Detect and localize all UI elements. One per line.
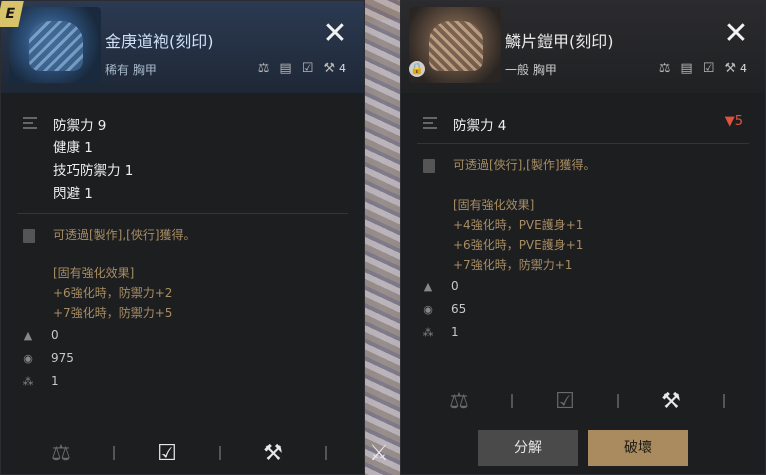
scale-icon: ⚖ — [658, 61, 671, 76]
stat-line: 技巧防禦力 1 — [53, 163, 134, 179]
meta-row: ▲ 0 — [21, 328, 59, 342]
dismantle-button[interactable]: 分解 — [478, 430, 578, 466]
close-icon: ✕ — [322, 16, 348, 51]
stats-icon — [423, 117, 437, 129]
tier-icon: ⁂ — [422, 326, 434, 339]
close-icon: ✕ — [723, 16, 749, 51]
stats-icon — [23, 117, 37, 129]
header-icons: ⚖ ▤ ☑ ⚒ 4 — [659, 61, 747, 76]
document-icon — [423, 159, 435, 173]
enhance-line: +6強化時，PVE護身+1 — [453, 238, 584, 252]
hammer-icon[interactable]: ⚔ — [365, 439, 393, 467]
anvil-icon: ⚒ — [724, 61, 736, 76]
triangle-icon: ▲ — [423, 280, 433, 293]
stat-line: 閃避 1 — [53, 186, 93, 202]
defense-diff: ▼5 — [724, 114, 743, 129]
scale-icon: ⚖ — [257, 61, 270, 76]
equip-count: 4 — [339, 62, 346, 75]
divider — [417, 143, 749, 144]
card-icon: ▤ — [279, 61, 292, 76]
meta-row: ◉ 65 — [421, 302, 466, 316]
destroy-button[interactable]: 破壞 — [588, 430, 688, 466]
close-button[interactable]: ✕ — [320, 19, 350, 49]
item-thumbnail — [9, 7, 101, 83]
meta-row: ▲ 0 — [421, 279, 459, 293]
scale-icon[interactable]: ⚖ — [445, 387, 473, 415]
source-text: 可透過[俠行],[製作]獲得。 — [453, 158, 596, 172]
item-name: 金庚道袍(刻印) — [105, 32, 214, 51]
meta-value: 1 — [451, 325, 459, 339]
armor-image — [29, 21, 83, 71]
separator — [325, 446, 327, 460]
meta-value: 975 — [51, 351, 74, 365]
divider — [17, 213, 348, 214]
triangle-icon: ▲ — [23, 329, 33, 342]
separator — [617, 394, 619, 408]
tooltip-header: 🔒 鱗片鎧甲(刻印) 一般 胸甲 ✕ ⚖ ▤ ☑ ⚒ 4 — [401, 1, 765, 93]
weight-icon: ◉ — [23, 352, 33, 365]
card-icon: ▤ — [680, 61, 693, 76]
separator — [723, 394, 725, 408]
close-button[interactable]: ✕ — [721, 19, 751, 49]
enhance-title: [固有強化效果] — [53, 266, 135, 280]
meta-value: 0 — [51, 328, 59, 342]
meta-row: ◉ 975 — [21, 351, 74, 365]
stat-line: 防禦力 4 — [453, 118, 507, 134]
enhance-line: +4強化時，PVE護身+1 — [453, 218, 584, 232]
source-text: 可透過[製作],[俠行]獲得。 — [53, 228, 196, 242]
enhance-line: +7強化時，防禦力+1 — [453, 258, 573, 272]
stat-line: 健康 1 — [53, 140, 93, 156]
weight-icon: ◉ — [423, 303, 433, 316]
meta-row: ⁂ 1 — [421, 325, 459, 339]
header-icons: ⚖ ▤ ☑ ⚒ 4 — [258, 61, 346, 76]
armor-image — [429, 21, 483, 71]
equip-count: 4 — [740, 62, 747, 75]
meta-value: 0 — [451, 279, 459, 293]
check-icon: ☑ — [702, 61, 715, 76]
item-tooltip-right: 🔒 鱗片鎧甲(刻印) 一般 胸甲 ✕ ⚖ ▤ ☑ ⚒ 4 防禦力 4 ▼5 可透… — [400, 0, 766, 475]
item-type: 稀有 胸甲 — [105, 63, 157, 77]
item-name: 鱗片鎧甲(刻印) — [505, 32, 614, 51]
enhance-line: +6強化時，防禦力+2 — [53, 286, 173, 300]
meta-row: ⁂ 1 — [21, 374, 59, 388]
enhance-title: [固有強化效果] — [453, 198, 535, 212]
item-tooltip-left: E 金庚道袍(刻印) 稀有 胸甲 ✕ ⚖ ▤ ☑ ⚒ 4 防禦力 9 健康 1 … — [0, 0, 389, 475]
meta-value: 1 — [51, 374, 59, 388]
document-icon — [23, 229, 35, 243]
lock-icon: 🔒 — [409, 61, 425, 77]
action-bar: ⚖ ☑ ⚒ ⚔ — [47, 439, 393, 467]
enhance-line: +7強化時，防禦力+5 — [53, 306, 173, 320]
meta-value: 65 — [451, 302, 467, 316]
action-bar: ⚖ ☑ ⚒ ⚔ — [445, 387, 766, 415]
anvil-icon: ⚒ — [323, 61, 335, 76]
card-check-icon[interactable]: ☑ — [551, 387, 579, 415]
anvil-icon[interactable]: ⚒ — [259, 439, 287, 467]
tier-icon: ⁂ — [22, 375, 34, 388]
stat-line: 防禦力 9 — [53, 118, 107, 134]
separator — [219, 446, 221, 460]
separator — [113, 446, 115, 460]
separator — [511, 394, 513, 408]
item-type: 一般 胸甲 — [505, 63, 557, 77]
scale-icon[interactable]: ⚖ — [47, 439, 75, 467]
tooltip-header: E 金庚道袍(刻印) 稀有 胸甲 ✕ ⚖ ▤ ☑ ⚒ 4 — [0, 1, 364, 93]
card-check-icon[interactable]: ☑ — [153, 439, 181, 467]
anvil-icon[interactable]: ⚒ — [657, 387, 685, 415]
check-icon: ☑ — [301, 61, 314, 76]
